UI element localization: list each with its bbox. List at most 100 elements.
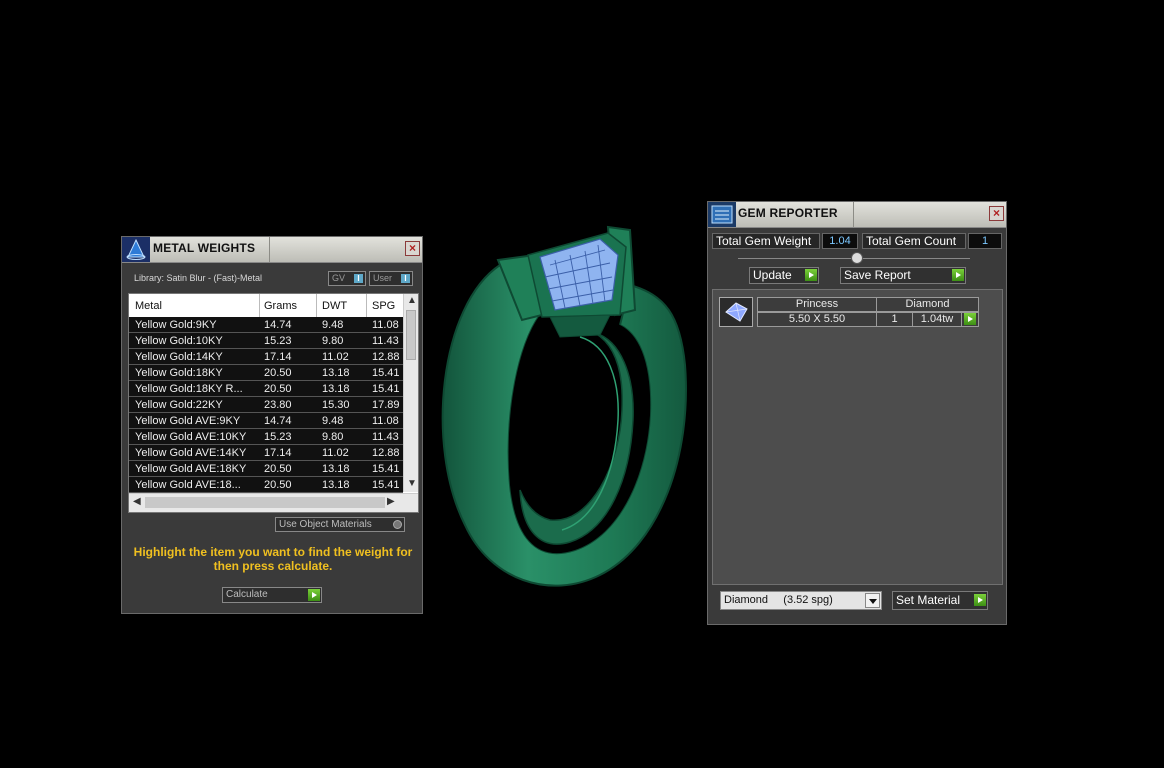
table-row[interactable]: Yellow Gold AVE:18KY 20.50 13.18 15.41	[129, 461, 403, 477]
user-toggle[interactable]: User I	[369, 271, 413, 286]
update-button[interactable]: Update	[749, 267, 819, 284]
gem-weight-cell[interactable]: 1.04tw	[912, 312, 962, 327]
gem-size-cell[interactable]: 5.50 X 5.50	[757, 312, 877, 327]
save-report-label: Save Report	[844, 268, 911, 282]
spg-cell: 11.43	[372, 335, 399, 347]
grams-cell: 14.74	[264, 319, 292, 331]
metal-name-cell: Yellow Gold AVE:10KY	[135, 431, 247, 443]
calculate-label: Calculate	[226, 589, 268, 600]
save-report-button[interactable]: Save Report	[840, 267, 966, 284]
spg-cell: 17.89	[372, 399, 400, 411]
grams-cell: 17.14	[264, 351, 292, 363]
spg-cell: 11.08	[372, 415, 399, 427]
table-row[interactable]: Yellow Gold:10KY 15.23 9.80 11.43	[129, 333, 403, 349]
column-header-metal[interactable]: Metal	[135, 300, 162, 312]
gem-reporter-title: GEM REPORTER	[738, 206, 838, 220]
total-gem-weight-label: Total Gem Weight	[712, 233, 820, 249]
titlebar-divider	[853, 202, 854, 227]
grams-cell: 14.74	[264, 415, 292, 427]
table-row[interactable]: Yellow Gold:14KY 17.14 11.02 12.88	[129, 349, 403, 365]
table-row[interactable]: Yellow Gold AVE:14KY 17.14 11.02 12.88	[129, 445, 403, 461]
scroll-right-icon[interactable]: ▶	[387, 496, 395, 507]
metal-name-cell: Yellow Gold:10KY	[135, 335, 223, 347]
play-arrow-icon	[952, 269, 964, 281]
metal-table-horizontal-scrollbar[interactable]: ◀ ▶	[129, 493, 418, 512]
metal-name-cell: Yellow Gold AVE:18...	[135, 479, 241, 491]
metal-name-cell: Yellow Gold:18KY R...	[135, 383, 243, 395]
column-header-dwt[interactable]: DWT	[322, 300, 347, 312]
column-header-grams[interactable]: Grams	[264, 300, 297, 312]
gem-count-cell[interactable]: 1	[876, 312, 913, 327]
play-arrow-icon	[974, 594, 986, 606]
table-row[interactable]: Yellow Gold AVE:10KY 15.23 9.80 11.43	[129, 429, 403, 445]
play-arrow-icon	[308, 589, 320, 601]
gem-reporter-panel: GEM REPORTER × Total Gem Weight 1.04 Tot…	[707, 201, 1007, 625]
metal-name-cell: Yellow Gold:14KY	[135, 351, 223, 363]
metal-weights-panel: METAL WEIGHTS × Library: Satin Blur - (F…	[121, 236, 423, 614]
metal-weights-titlebar[interactable]: METAL WEIGHTS ×	[122, 237, 422, 263]
gv-toggle-label: GV	[332, 273, 346, 283]
total-gem-count-value: 1	[968, 233, 1002, 249]
metal-weights-close-icon[interactable]: ×	[405, 241, 420, 256]
play-arrow-icon	[805, 269, 817, 281]
dwt-cell: 9.80	[322, 335, 344, 347]
table-row[interactable]: Yellow Gold:22KY 23.80 15.30 17.89	[129, 397, 403, 413]
spg-cell: 12.88	[372, 351, 400, 363]
gem-reporter-app-icon	[708, 202, 736, 227]
gem-shape-header: Princess	[757, 297, 877, 312]
user-toggle-label: User	[373, 273, 393, 283]
dwt-cell: 9.48	[322, 319, 344, 331]
gem-reporter-titlebar[interactable]: GEM REPORTER ×	[708, 202, 1006, 228]
table-row[interactable]: Yellow Gold AVE:9KY 14.74 9.48 11.08	[129, 413, 403, 429]
grams-cell: 15.23	[264, 431, 292, 443]
spg-cell: 12.88	[372, 447, 400, 459]
gem-thumbnail[interactable]	[719, 297, 753, 327]
scroll-down-icon[interactable]: ▼	[407, 478, 417, 489]
total-gem-weight-value: 1.04	[822, 233, 858, 249]
table-row[interactable]: Yellow Gold:18KY R... 20.50 13.18 15.41	[129, 381, 403, 397]
gem-row-expand-button[interactable]	[961, 312, 979, 327]
gem-material-header: Diamond	[876, 297, 979, 312]
chevron-down-icon[interactable]	[865, 593, 880, 608]
ring-3d-model[interactable]	[430, 215, 700, 610]
horizontal-scroll-thumb[interactable]	[145, 497, 385, 508]
table-row[interactable]: Yellow Gold AVE:18... 20.50 13.18 15.41	[129, 477, 403, 493]
grams-cell: 23.80	[264, 399, 292, 411]
vertical-scroll-thumb[interactable]	[406, 310, 416, 360]
metal-table-header: Metal Grams DWT SPG	[129, 294, 403, 316]
scroll-left-icon[interactable]: ◀	[133, 496, 141, 507]
use-object-materials-label: Use Object Materials	[279, 519, 372, 530]
dwt-cell: 13.18	[322, 479, 350, 491]
play-arrow-icon	[964, 313, 976, 325]
dwt-cell: 11.02	[322, 351, 349, 363]
calculate-button[interactable]: Calculate	[222, 587, 322, 603]
gv-toggle[interactable]: GV I	[328, 271, 366, 286]
instruction-text: Highlight the item you want to find the …	[133, 545, 413, 573]
gem-reporter-close-icon[interactable]: ×	[989, 206, 1004, 221]
use-object-materials-toggle[interactable]: Use Object Materials	[275, 517, 405, 532]
titlebar-divider	[269, 237, 270, 262]
grams-cell: 20.50	[264, 383, 292, 395]
gem-list: Princess Diamond 5.50 X 5.50 1 1.04tw	[712, 289, 1003, 585]
scroll-up-icon[interactable]: ▲	[407, 295, 417, 306]
column-header-spg[interactable]: SPG	[372, 300, 395, 312]
material-select[interactable]: Diamond (3.52 spg)	[720, 591, 882, 610]
metal-table-vertical-scrollbar[interactable]: ▲ ▼	[403, 294, 418, 492]
spg-cell: 11.43	[372, 431, 399, 443]
table-row[interactable]: Yellow Gold:18KY 20.50 13.18 15.41	[129, 365, 403, 381]
dwt-cell: 9.80	[322, 431, 344, 443]
library-label: Library: Satin Blur - (Fast)-Metal	[134, 273, 263, 283]
total-gem-count-label: Total Gem Count	[862, 233, 966, 249]
set-material-button[interactable]: Set Material	[892, 591, 988, 610]
metal-table: Metal Grams DWT SPG Yellow Gold:9KY 14.74…	[128, 293, 419, 513]
dwt-cell: 13.18	[322, 383, 350, 395]
set-material-label: Set Material	[896, 593, 961, 607]
metal-name-cell: Yellow Gold AVE:18KY	[135, 463, 247, 475]
splitter-handle-icon[interactable]	[851, 252, 863, 264]
metal-table-body: Yellow Gold:9KY 14.74 9.48 11.08 Yellow Gold…	[129, 317, 403, 493]
table-row[interactable]: Yellow Gold:9KY 14.74 9.48 11.08	[129, 317, 403, 333]
spg-cell: 15.41	[372, 479, 400, 491]
user-toggle-indicator-icon: I	[401, 274, 410, 283]
material-select-value: Diamond (3.52 spg)	[724, 594, 833, 606]
dwt-cell: 9.48	[322, 415, 344, 427]
